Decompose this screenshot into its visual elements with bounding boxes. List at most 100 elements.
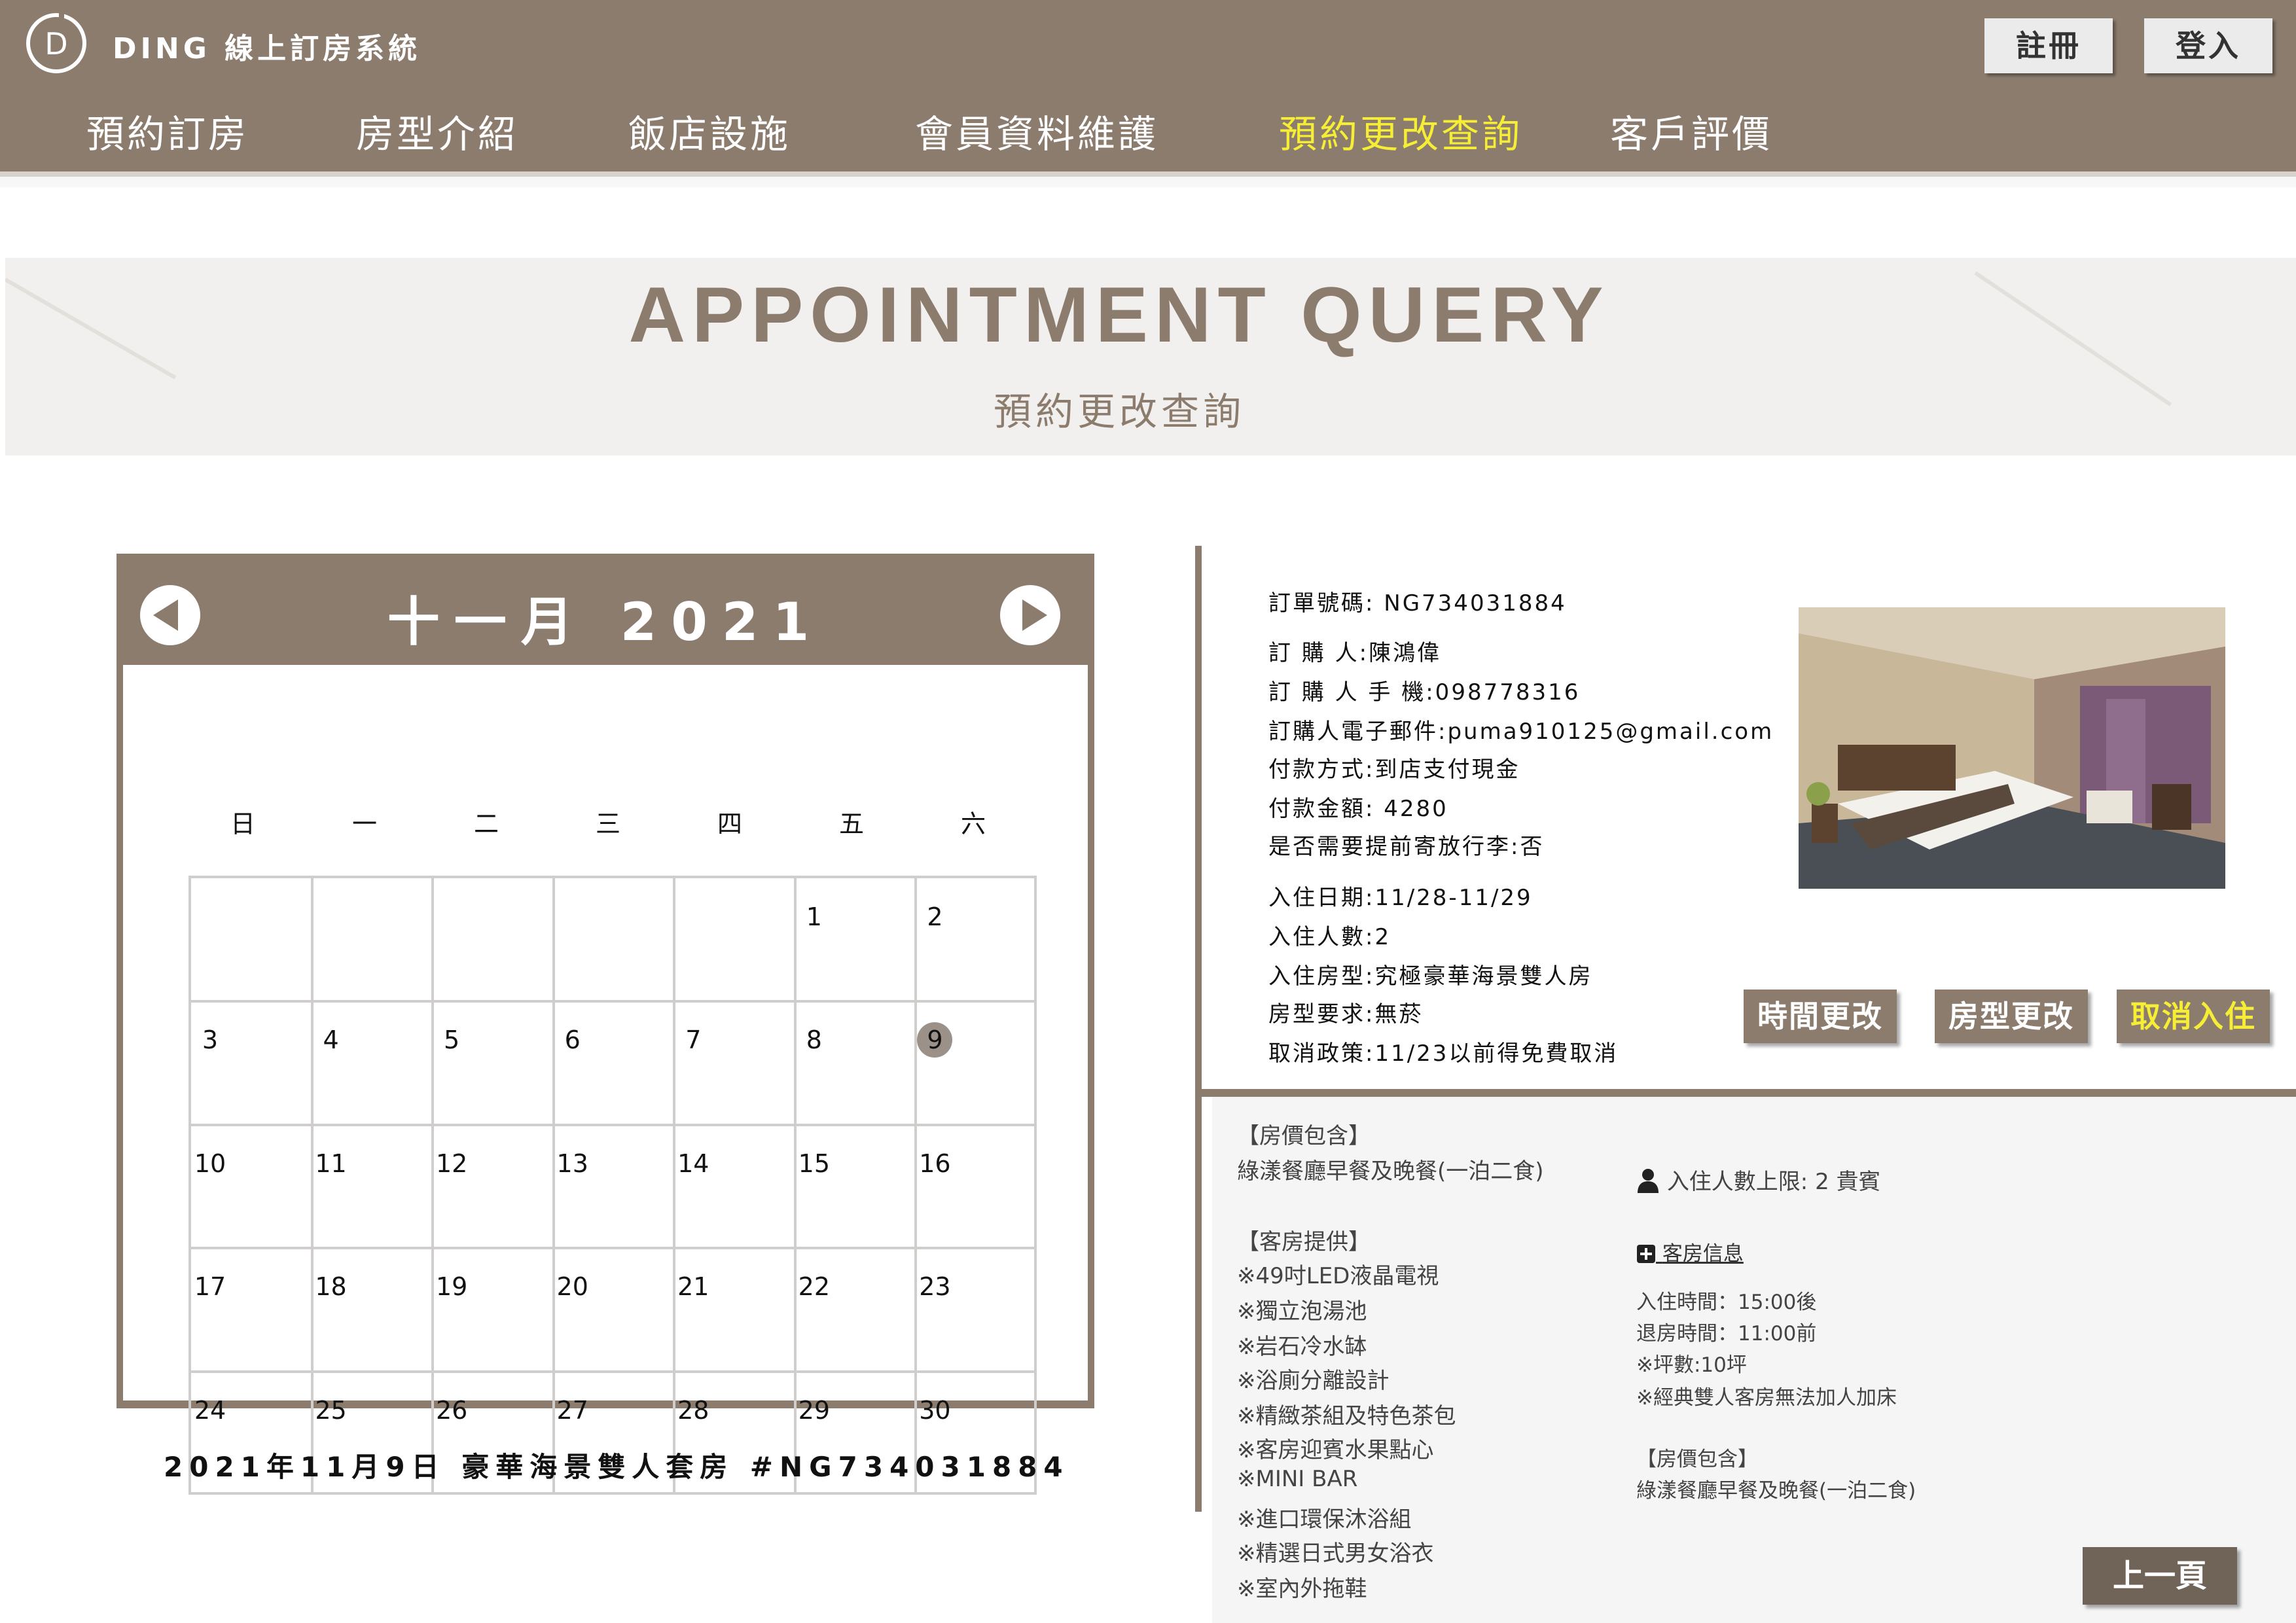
calendar-day[interactable]: 14	[675, 1146, 711, 1181]
calendar-day[interactable]: 22	[797, 1269, 832, 1304]
calendar-day[interactable]: 4	[314, 1022, 349, 1058]
calendar-day[interactable]: 1	[797, 899, 832, 935]
weekday-label: 三	[595, 810, 620, 838]
price-include-title-2: 【房價包含】	[1636, 1448, 1758, 1471]
amenity-item: ※浴廁分離設計	[1237, 1368, 1390, 1394]
price-include-text: 綠漾餐廳早餐及晚餐(一泊二食)	[1237, 1158, 1544, 1185]
room-info-link[interactable]: 客房信息	[1636, 1237, 1744, 1266]
calendar-day[interactable]: 3	[192, 1022, 228, 1058]
brand-name: DING 線上訂房系統	[113, 32, 422, 65]
calendar-day[interactable]: 27	[555, 1393, 590, 1428]
room-photo	[1799, 607, 2225, 889]
nav-room-types[interactable]: 房型介紹	[356, 103, 518, 156]
nav-booking[interactable]: 預約訂房	[86, 103, 249, 156]
calendar-day[interactable]: 17	[192, 1269, 228, 1304]
no-extra-bed-note: ※經典雙人客房無法加人加床	[1636, 1386, 1897, 1410]
price-include-title: 【房價包含】	[1237, 1123, 1371, 1149]
user-icon	[1638, 1169, 1659, 1193]
selected-booking-caption: 2021年11月9日 豪華海景雙人套房 #NG734031884	[164, 1451, 1069, 1483]
calendar-day[interactable]: 2	[917, 899, 952, 935]
plus-square-icon	[1637, 1245, 1655, 1263]
nav-reviews[interactable]: 客戶評價	[1610, 103, 1772, 156]
order-checkin-date: 入住日期:11/28-11/29	[1268, 885, 1533, 911]
header-divider-shadow	[0, 177, 2296, 187]
vertical-divider	[1195, 546, 1202, 1512]
checkin-time: 入住時間：15:00後	[1636, 1291, 1817, 1314]
order-number: 訂單號碼: NG734031884	[1268, 590, 1567, 616]
weekday-label: 二	[473, 810, 499, 838]
calendar-day[interactable]: 8	[797, 1022, 832, 1058]
calendar-day[interactable]: 19	[434, 1269, 469, 1304]
calendar-day[interactable]: 10	[192, 1146, 228, 1181]
change-time-button[interactable]: 時間更改	[1744, 990, 1897, 1043]
grid-line	[191, 1000, 1034, 1003]
price-include-text-2: 綠漾餐廳早餐及晚餐(一泊二食)	[1636, 1479, 1916, 1503]
weekday-label: 五	[838, 810, 864, 838]
amenity-item: ※MINI BAR	[1237, 1466, 1358, 1492]
back-button[interactable]: 上一頁	[2083, 1547, 2237, 1605]
order-luggage: 是否需要提前寄放行李:否	[1268, 834, 1545, 860]
calendar: 十一月 2021 日 一 二 三 四 五 六 1 2 3 4 5 6 7 8 9 10 11 12 13…	[117, 554, 1094, 1495]
amenities-title: 【客房提供】	[1237, 1229, 1371, 1255]
grid-line	[191, 1370, 1034, 1373]
order-guests: 入住人數:2	[1268, 924, 1391, 950]
amenity-item: ※49吋LED液晶電視	[1237, 1263, 1439, 1289]
next-month-button[interactable]	[1000, 585, 1060, 645]
calendar-day[interactable]: 18	[314, 1269, 349, 1304]
calendar-day[interactable]: 21	[675, 1269, 711, 1304]
calendar-day[interactable]: 7	[675, 1022, 711, 1058]
order-room-request: 房型要求:無菸	[1268, 1001, 1424, 1027]
nav-member-profile[interactable]: 會員資料維護	[915, 103, 1158, 156]
calendar-day[interactable]: 11	[314, 1146, 349, 1181]
calendar-day[interactable]: 26	[434, 1393, 469, 1428]
calendar-day[interactable]: 13	[555, 1146, 590, 1181]
order-amount: 付款金額: 4280	[1268, 796, 1448, 822]
calendar-day[interactable]: 28	[675, 1393, 711, 1428]
calendar-empty-cell	[314, 899, 349, 935]
calendar-day[interactable]: 24	[192, 1393, 228, 1428]
calendar-day[interactable]: 25	[314, 1393, 349, 1428]
calendar-day[interactable]: 23	[917, 1269, 952, 1304]
calendar-empty-cell	[192, 899, 228, 935]
amenity-item: ※客房迎賓水果點心	[1237, 1437, 1434, 1463]
order-phone: 訂 購 人 手 機:098778316	[1268, 679, 1581, 705]
calendar-day[interactable]: 9	[917, 1022, 953, 1058]
calendar-day[interactable]: 5	[434, 1022, 469, 1058]
nav-booking-query[interactable]: 預約更改查詢	[1279, 103, 1522, 156]
calendar-day[interactable]: 16	[917, 1146, 952, 1181]
calendar-day[interactable]: 20	[555, 1269, 590, 1304]
page-title: APPOINTMENT QUERY	[628, 271, 1610, 359]
register-button[interactable]: 註冊	[1984, 18, 2113, 73]
order-room-type: 入住房型:究極豪華海景雙人房	[1268, 963, 1593, 990]
horizontal-divider	[1202, 1089, 2296, 1097]
room-size: ※坪數:10坪	[1636, 1353, 1747, 1377]
logo-icon[interactable]: D	[26, 8, 86, 73]
max-guests: 入住人數上限: 2 貴賓	[1636, 1164, 1881, 1196]
order-email: 訂購人電子郵件:puma910125@gmail.com	[1268, 719, 1774, 745]
calendar-body: 日 一 二 三 四 五 六 1 2 3 4 5 6 7 8 9 10 11 12 13 14 15 16 17 1…	[123, 665, 1088, 1495]
order-cancel-policy: 取消政策:11/23以前得免費取消	[1268, 1041, 1619, 1067]
grid-line	[191, 1247, 1034, 1250]
change-room-button[interactable]: 房型更改	[1935, 990, 2088, 1043]
calendar-day[interactable]: 15	[797, 1146, 832, 1181]
calendar-empty-cell	[434, 899, 469, 935]
calendar-empty-cell	[675, 899, 711, 935]
weekday-label: 六	[960, 810, 986, 838]
login-button[interactable]: 登入	[2144, 18, 2272, 73]
amenity-item: ※獨立泡湯池	[1237, 1298, 1367, 1325]
triangle-right-icon	[1022, 599, 1047, 631]
cancel-booking-button[interactable]: 取消入住	[2117, 990, 2270, 1043]
nav-facilities[interactable]: 飯店設施	[628, 103, 791, 156]
weekday-label: 四	[717, 810, 742, 838]
order-buyer: 訂 購 人:陳鴻偉	[1268, 640, 1442, 666]
weekday-label: 日	[230, 810, 255, 838]
calendar-day[interactable]: 12	[434, 1146, 469, 1181]
amenity-item: ※岩石冷水缽	[1237, 1334, 1367, 1360]
calendar-day[interactable]: 29	[797, 1393, 832, 1428]
room-photo-illustration	[1799, 607, 2225, 889]
calendar-day[interactable]: 6	[555, 1022, 590, 1058]
calendar-day[interactable]: 30	[917, 1393, 952, 1428]
amenity-item: ※進口環保沐浴組	[1237, 1507, 1412, 1533]
page-banner: APPOINTMENT QUERY 預約更改查詢	[5, 258, 2296, 455]
weekday-label: 一	[351, 810, 377, 838]
